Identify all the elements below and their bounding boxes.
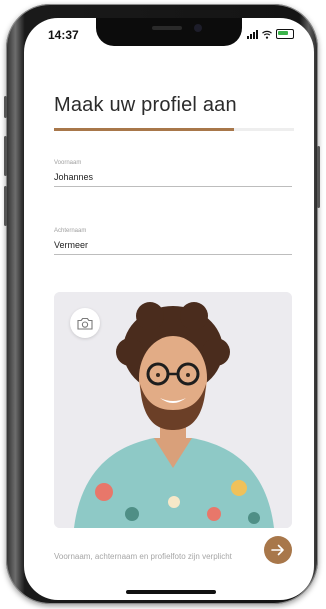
last-name-label: Achternaam xyxy=(54,228,87,234)
status-icons xyxy=(247,29,294,39)
app-screen: 14:37 Maak uw profiel aan Voornaam Achte… xyxy=(24,18,314,600)
first-name-label: Voornaam xyxy=(54,160,82,166)
front-camera xyxy=(194,24,202,32)
battery-icon xyxy=(276,29,294,39)
phone-frame: 14:37 Maak uw profiel aan Voornaam Achte… xyxy=(4,4,320,604)
progress-bar xyxy=(54,128,294,131)
change-photo-button[interactable] xyxy=(70,308,100,338)
notch xyxy=(96,18,242,46)
last-name-input[interactable] xyxy=(54,240,292,255)
wifi-icon xyxy=(262,30,272,39)
next-button[interactable] xyxy=(264,536,292,564)
speaker-grille xyxy=(152,26,182,30)
status-time: 14:37 xyxy=(48,28,79,42)
volume-down-button xyxy=(4,186,7,226)
required-fields-hint: Voornaam, achternaam en profielfoto zijn… xyxy=(54,552,232,561)
first-name-input[interactable] xyxy=(54,172,292,187)
camera-icon xyxy=(77,317,93,330)
power-button xyxy=(317,146,320,208)
home-indicator[interactable] xyxy=(126,590,216,594)
page-title: Maak uw profiel aan xyxy=(54,94,237,116)
mute-switch xyxy=(4,96,7,118)
signal-icon xyxy=(247,29,258,39)
arrow-right-icon xyxy=(271,544,284,556)
last-name-field: Achternaam xyxy=(54,228,292,255)
volume-up-button xyxy=(4,136,7,176)
first-name-field: Voornaam xyxy=(54,160,292,187)
profile-photo[interactable] xyxy=(54,292,292,528)
progress-fill xyxy=(54,128,234,131)
